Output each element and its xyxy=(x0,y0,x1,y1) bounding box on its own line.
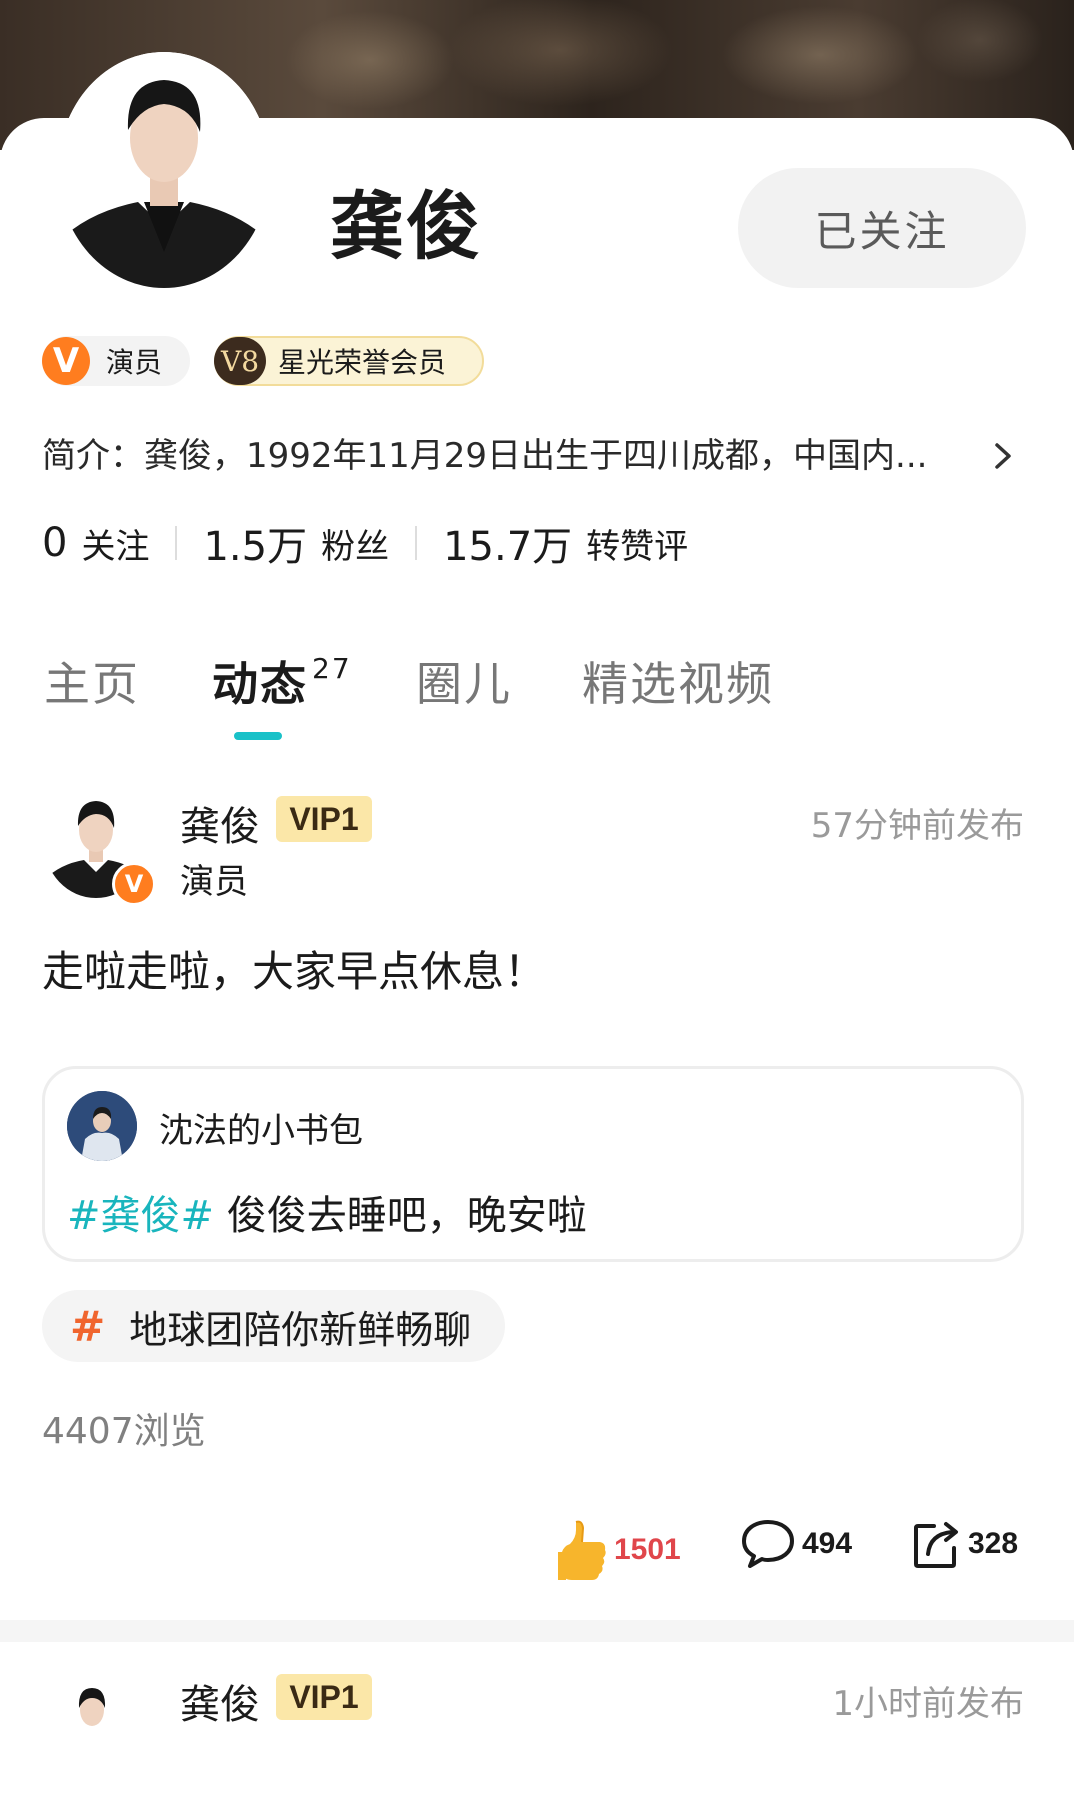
tab-home[interactable]: 主页 xyxy=(44,648,140,714)
verified-v-icon: V xyxy=(112,862,156,906)
topic-chip[interactable]: # 地球团陪你新鲜畅聊 xyxy=(42,1290,506,1362)
topic-label: 地球团陪你新鲜畅聊 xyxy=(129,1307,472,1352)
share-icon xyxy=(914,1522,958,1568)
role-badge-label: 演员 xyxy=(106,346,163,379)
followers-label[interactable]: 粉丝 xyxy=(321,519,389,568)
repost-body: 俊俊去睡吧，晚安啦 xyxy=(226,1193,587,1239)
comment-count: 494 xyxy=(802,1527,853,1560)
thumbs-up-icon xyxy=(558,1520,606,1580)
interactions-label: 转赞评 xyxy=(586,526,689,567)
profile-avatar[interactable] xyxy=(58,52,270,288)
verified-v-icon: V xyxy=(42,337,90,385)
share-count: 328 xyxy=(968,1527,1019,1560)
repost-author-name[interactable]: 沈法的小书包 xyxy=(159,1103,363,1152)
post-author-avatar[interactable] xyxy=(60,1680,124,1744)
profile-stats: 0 关注 1.5万 粉丝 15.7万 转赞评 xyxy=(42,514,688,572)
followers-count[interactable]: 1.5万 xyxy=(203,514,307,572)
post-timestamp: 1小时前发布 xyxy=(832,1684,1024,1724)
share-button[interactable]: 328 xyxy=(912,1518,1018,1570)
tab-posts[interactable]: 动态 27 xyxy=(212,648,352,714)
vip-badge-label: 星光荣誉会员 xyxy=(278,346,447,379)
tab-posts-label: 动态 xyxy=(212,657,308,711)
active-tab-indicator xyxy=(234,732,282,740)
vip-level-badge: VIP1 xyxy=(276,1674,372,1720)
post-timestamp: 57分钟前发布 xyxy=(810,806,1024,846)
chevron-right-icon[interactable] xyxy=(990,440,1016,472)
post-author-role: 演员 xyxy=(180,862,248,902)
profile-intro[interactable]: 简介：龚俊，1992年11月29日出生于四川成都，中国内... xyxy=(42,428,927,477)
post-card[interactable]: 龚俊 VIP1 1小时前发布 xyxy=(0,1668,1074,1748)
vip-level-badge: VIP1 xyxy=(276,796,372,842)
like-button[interactable]: 1501 xyxy=(556,1518,681,1582)
interactions-count: 15.7万 xyxy=(443,524,573,570)
repost-author-avatar[interactable] xyxy=(67,1091,137,1161)
feed-divider xyxy=(0,1620,1074,1642)
post-author-name[interactable]: 龚俊 xyxy=(180,1672,260,1730)
like-count: 1501 xyxy=(614,1533,681,1566)
profile-name: 龚俊 xyxy=(330,184,482,270)
stat-divider xyxy=(415,526,418,560)
hashtag-link[interactable]: #龚俊# xyxy=(67,1193,214,1239)
profile-tabs: 主页 动态 27 圈儿 精选视频 xyxy=(0,648,1074,728)
reposted-content[interactable]: 沈法的小书包 #龚俊# 俊俊去睡吧，晚安啦 xyxy=(42,1066,1024,1262)
tab-featured-videos[interactable]: 精选视频 xyxy=(582,648,774,714)
stat-divider xyxy=(175,526,178,560)
tab-circles[interactable]: 圈儿 xyxy=(416,648,512,714)
role-badge[interactable]: V 演员 xyxy=(42,336,190,386)
vip-badge[interactable]: V8 星光荣誉会员 xyxy=(214,336,484,386)
follow-button[interactable]: 已关注 xyxy=(738,168,1026,288)
comment-button[interactable]: 494 xyxy=(740,1518,852,1570)
tab-posts-count: 27 xyxy=(312,651,352,685)
view-count: 4407浏览 xyxy=(42,1411,206,1452)
following-count[interactable]: 0 xyxy=(42,520,67,566)
following-label[interactable]: 关注 xyxy=(81,519,149,568)
comment-bubble-icon xyxy=(742,1520,794,1568)
post-text: 走啦走啦，大家早点休息！ xyxy=(42,947,547,996)
post-author-name[interactable]: 龚俊 xyxy=(180,794,260,852)
hashtag-icon: # xyxy=(70,1301,106,1351)
vip-level-icon: V8 xyxy=(214,337,266,385)
repost-text: #龚俊# 俊俊去睡吧，晚安啦 xyxy=(67,1183,587,1241)
